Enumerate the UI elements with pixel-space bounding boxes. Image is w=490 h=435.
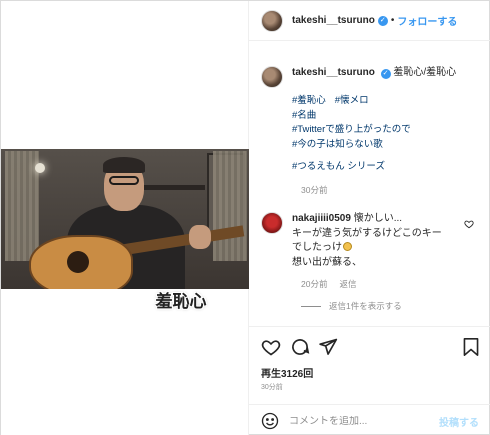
- comment-timestamp: 20分前: [301, 279, 328, 289]
- comment-line: nakajiiii0509 懐かしい...: [292, 212, 456, 227]
- video-person-hand: [189, 225, 211, 249]
- post-caption: takeshi__tsuruno ✓ 羞恥心/羞恥心: [261, 66, 481, 88]
- follow-button[interactable]: フォローする: [397, 13, 457, 28]
- view-replies-button[interactable]: 返信1件を表示する: [301, 300, 402, 312]
- hashtag-link[interactable]: #今の子は知らない歌: [292, 138, 482, 153]
- video-guitar-soundhole: [67, 251, 89, 273]
- post-timestamp: 30分前: [261, 384, 283, 391]
- caption-title: 羞恥心/羞恥心: [393, 67, 457, 78]
- comment-meta: 20分前 返信: [301, 278, 356, 290]
- action-icon-bar: [261, 337, 481, 359]
- post-actions: 再生3126回 30分前 投稿する: [249, 326, 490, 435]
- hashtag-link[interactable]: #名曲: [292, 109, 482, 124]
- video-subtitle: 羞恥心: [155, 292, 207, 311]
- hashtag-link[interactable]: #つるえもん シリーズ: [292, 160, 482, 175]
- comment-like-heart-icon[interactable]: [464, 219, 474, 229]
- caption-text-block: takeshi__tsuruno ✓ 羞恥心/羞恥心: [292, 66, 456, 88]
- hashtag-link[interactable]: #羞恥心: [292, 95, 326, 106]
- comment-line-4: 想い出が蘇る、: [292, 256, 362, 268]
- bookmark-icon[interactable]: [462, 337, 480, 357]
- hashtag-spacer: [292, 152, 482, 160]
- commenter-avatar[interactable]: [261, 212, 283, 234]
- comment-line-2: キーが違う気がするけどこのキー: [292, 227, 442, 239]
- comment-line-1: 懐かしい...: [353, 213, 403, 224]
- header-separator: •: [390, 15, 395, 26]
- video-person-hair: [103, 157, 145, 173]
- comment-bubble-icon[interactable]: [290, 337, 310, 357]
- commenter-username[interactable]: nakajiiii0509: [292, 213, 351, 224]
- video-player[interactable]: [1, 149, 249, 289]
- post-comment-button[interactable]: 投稿する: [439, 414, 479, 429]
- post-modal: 羞恥心 takeshi__tsuruno ✓ • フォローする takeshi_…: [0, 0, 490, 435]
- post-side-panel: takeshi__tsuruno ✓ • フォローする takeshi__tsu…: [249, 1, 490, 435]
- hashtag-link[interactable]: #懐メロ: [335, 95, 369, 106]
- comment-input[interactable]: [289, 415, 429, 427]
- add-comment-bar: 投稿する: [249, 404, 490, 435]
- view-replies-line: [301, 305, 321, 307]
- media-pane: 羞恥心: [1, 1, 249, 435]
- video-curtain-left: [5, 151, 39, 261]
- caption-timestamp: 30分前: [301, 185, 328, 195]
- video-shelf: [141, 185, 205, 190]
- caption-author-username[interactable]: takeshi__tsuruno: [292, 67, 375, 78]
- view-count[interactable]: 再生3126回: [261, 365, 313, 380]
- smiley-face-icon[interactable]: [261, 412, 279, 430]
- comments-area[interactable]: takeshi__tsuruno ✓ 羞恥心/羞恥心 #羞恥心 #懐メロ #名曲 …: [249, 42, 490, 325]
- author-username[interactable]: takeshi__tsuruno: [292, 15, 375, 26]
- comment-line-3: でしたっけ: [292, 242, 342, 253]
- video-lamp: [35, 163, 45, 173]
- view-replies-label: 返信1件を表示する: [329, 301, 402, 311]
- caption-hashtags: #羞恥心 #懐メロ #名曲 #Twitterで盛り上がったので #今の子は知らない…: [292, 94, 482, 175]
- verified-badge-icon: ✓: [380, 69, 391, 79]
- paper-plane-icon[interactable]: [318, 337, 338, 357]
- smiling-face-emoji-icon: [343, 242, 352, 251]
- reply-button[interactable]: 返信: [339, 278, 356, 290]
- author-avatar[interactable]: [261, 9, 283, 32]
- verified-badge-icon: ✓: [377, 15, 388, 26]
- caption-author-avatar[interactable]: [261, 66, 283, 88]
- comment-text-block: nakajiiii0509 懐かしい... キーが違う気がするけどこのキー でし…: [292, 212, 456, 270]
- comment-item: nakajiiii0509 懐かしい... キーが違う気がするけどこのキー でし…: [261, 212, 483, 270]
- heart-icon[interactable]: [261, 337, 281, 357]
- video-curtain-right: [213, 151, 247, 261]
- video-person-glasses: [109, 176, 139, 185]
- hashtag-link[interactable]: #Twitterで盛り上がったので: [292, 123, 482, 138]
- comment-line-3-wrap: でしたっけ: [292, 241, 456, 256]
- post-header: takeshi__tsuruno ✓ • フォローする: [249, 1, 490, 41]
